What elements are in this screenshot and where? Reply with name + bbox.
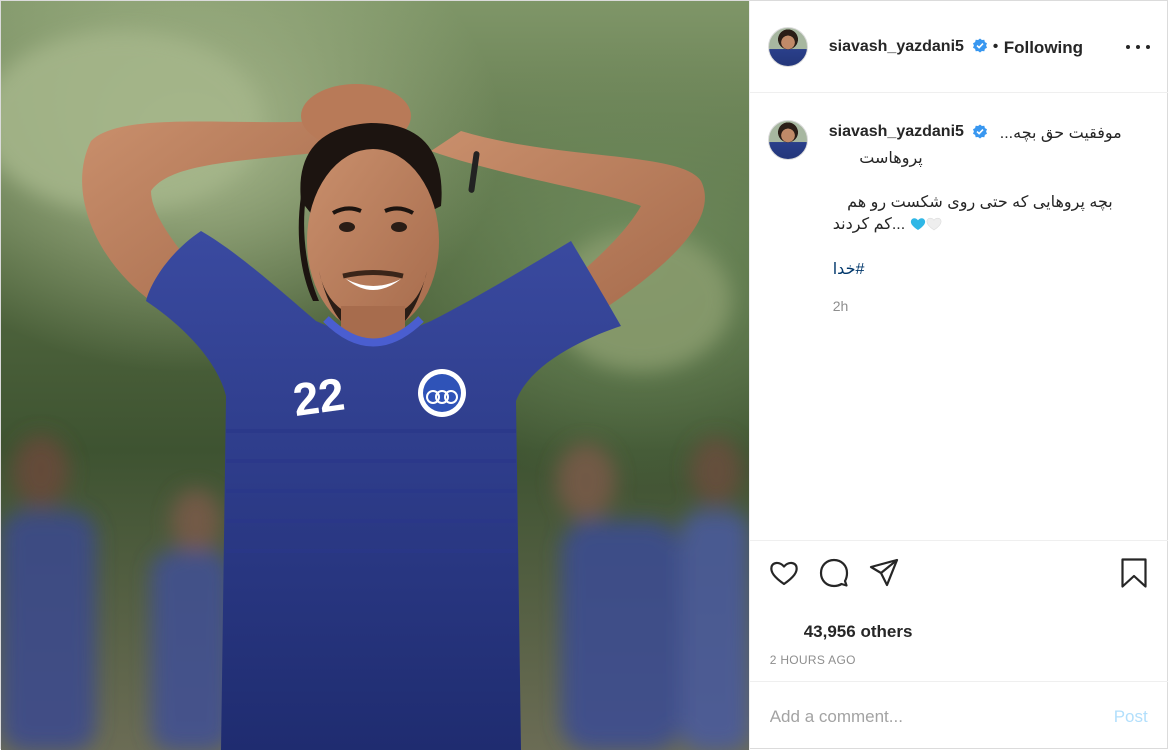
caption-timestamp: 2h — [832, 298, 849, 314]
caption-line-4-row: ...کم کردند — [833, 214, 942, 234]
white-heart-emoji-icon — [926, 217, 942, 231]
verified-badge-icon — [972, 124, 987, 139]
bookmark-icon[interactable] — [1118, 557, 1150, 589]
more-options-icon[interactable] — [1125, 33, 1150, 61]
post-time[interactable]: 2 HOURS AGO — [770, 653, 856, 667]
verified-badge-icon — [972, 38, 987, 53]
paper-plane-icon[interactable] — [868, 557, 900, 589]
post-comment-button[interactable]: Post — [1114, 707, 1148, 727]
post-header: siavash_yazdani5 • Following — [749, 1, 1168, 93]
instagram-post: 22 siavash_yazdani5 • Following siavash_… — [0, 0, 1168, 750]
post-side-panel: siavash_yazdani5 • Following siavash_yaz… — [748, 1, 1168, 750]
club-crest-icon — [418, 369, 466, 417]
caption-line-3: بچه پروهایی که حتی روی شکست رو هم — [847, 194, 1113, 211]
caption-username[interactable]: siavash_yazdani5 — [829, 123, 964, 141]
caption-line-4: ...کم کردند — [832, 216, 906, 233]
comment-box: Post — [749, 681, 1168, 750]
hashtag-link[interactable]: #خدا — [833, 259, 883, 279]
post-photo[interactable]: 22 — [1, 1, 749, 750]
likes-count[interactable]: 43,956 others — [804, 622, 913, 642]
avatar[interactable] — [767, 27, 808, 67]
caption-line-1: موفقیت حق بچه... — [999, 125, 1122, 142]
action-bar — [749, 540, 1168, 600]
following-button[interactable]: Following — [1004, 38, 1083, 58]
comment-bubble-icon[interactable] — [818, 557, 850, 589]
caption: siavash_yazdani5 موفقیت حق بچه... پروهاس… — [750, 93, 1168, 540]
caption-line-2: پروهاست — [859, 150, 923, 167]
caption-avatar[interactable] — [767, 120, 808, 160]
comment-input[interactable] — [769, 705, 1090, 729]
header-separator: • — [992, 38, 999, 55]
jersey-number: 22 — [290, 367, 348, 426]
player-illustration: 22 — [1, 31, 749, 750]
heart-icon[interactable] — [768, 557, 800, 589]
header-username[interactable]: siavash_yazdani5 — [829, 38, 964, 56]
blue-heart-emoji-icon — [910, 218, 925, 230]
